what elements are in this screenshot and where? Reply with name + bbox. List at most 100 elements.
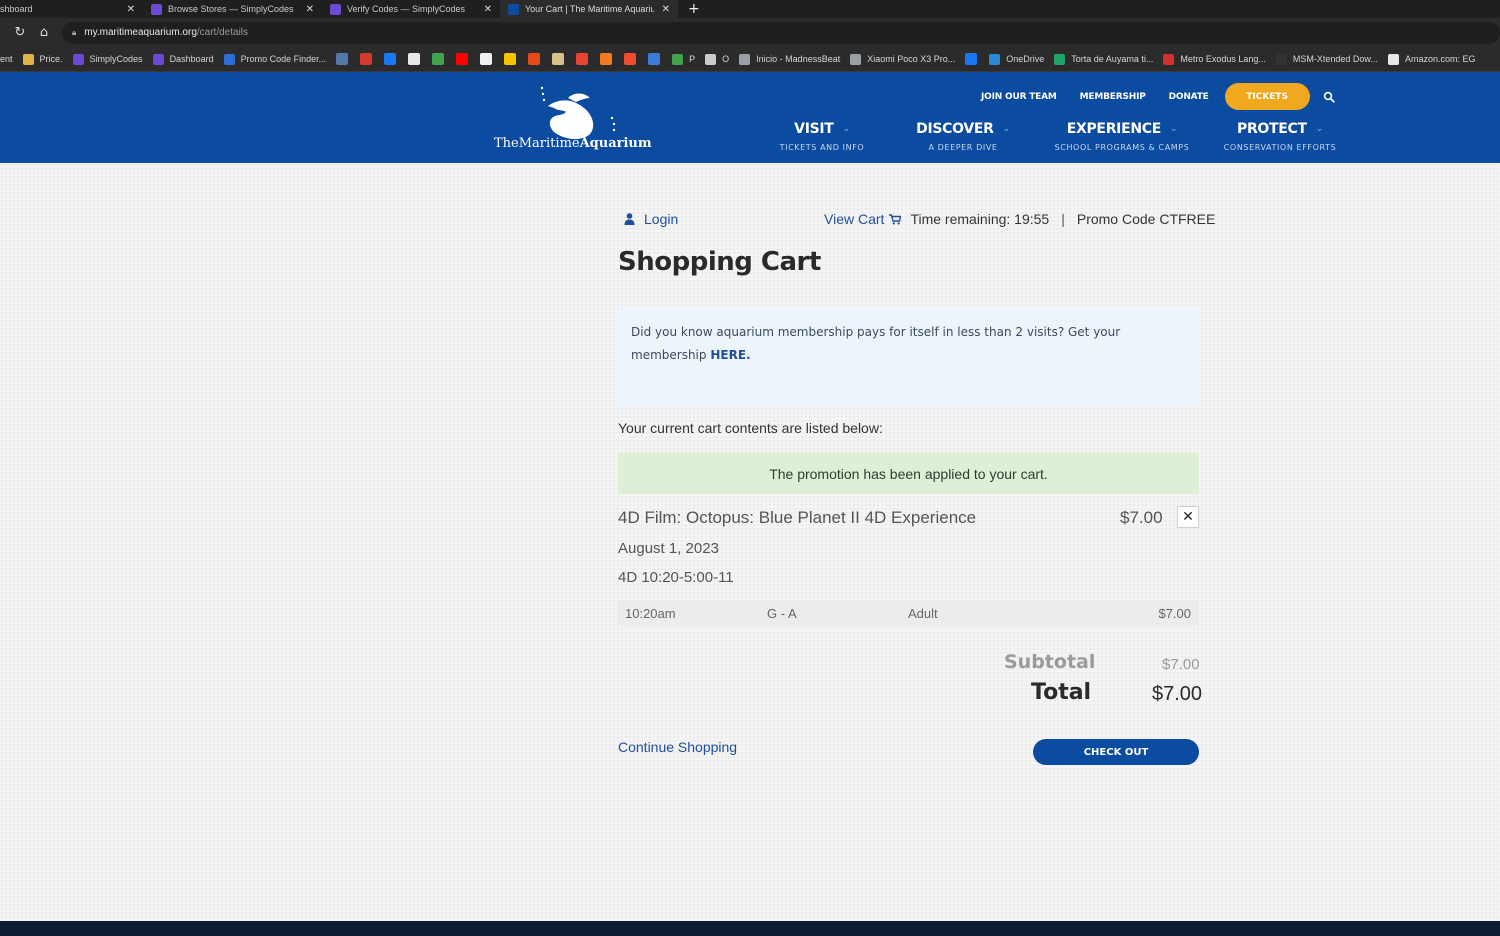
bookmark-label: O — [722, 54, 730, 64]
cart-item-session: 4D 10:20-5:00-11 — [618, 569, 734, 586]
donate-link[interactable]: DONATE — [1169, 92, 1209, 102]
browser-tab[interactable]: Verify Codes — SimplyCodes ✕ — [322, 0, 500, 18]
close-tab-icon[interactable]: ✕ — [476, 4, 492, 15]
bookmark-label: OneDrive — [1006, 54, 1045, 64]
bookmark-item[interactable]: Price. — [22, 53, 63, 65]
tab-label: shboard — [0, 4, 33, 14]
promotion-applied-alert: The promotion has been applied to your c… — [618, 453, 1199, 494]
tab-label: Verify Codes — SimplyCodes — [347, 4, 466, 14]
home-icon[interactable]: ⌂ — [32, 25, 56, 40]
bookmark-icon[interactable] — [504, 53, 517, 65]
bookmark-item[interactable]: SimplyCodes — [72, 53, 143, 65]
time-remaining: Time remaining: 19:55 — [910, 211, 1050, 227]
bookmark-item[interactable]: ent — [0, 54, 13, 64]
url-input[interactable]: 🔒︎ my.maritimeaquarium.org/cart/details — [62, 21, 1500, 44]
bookmark-item[interactable]: Amazon.com: EG — [1387, 53, 1476, 65]
total-label: Total — [1031, 680, 1092, 705]
membership-info-box: Did you know aquarium membership pays fo… — [618, 307, 1199, 406]
membership-link[interactable]: MEMBERSHIP — [1080, 92, 1146, 102]
bookmark-label: Amazon.com: EG — [1404, 54, 1476, 64]
bookmark-item[interactable]: Dashboard — [152, 53, 214, 65]
chevron-down-icon: ⌄ — [1170, 124, 1178, 134]
reload-icon[interactable]: ↻ — [8, 25, 32, 40]
aquarium-favicon-icon — [508, 3, 519, 15]
bookmark-icon[interactable] — [965, 53, 978, 65]
ticket-price: $7.00 — [1158, 606, 1191, 621]
membership-here-link[interactable]: HERE — [710, 348, 746, 362]
close-tab-icon[interactable]: ✕ — [298, 4, 314, 15]
bookmark-label: Xiaomi Poco X3 Pro... — [867, 54, 956, 64]
nav-experience[interactable]: EXPERIENCE ⌄ SCHOOL PROGRAMS & CAMPS — [1046, 118, 1198, 152]
checkout-button[interactable]: CHECK OUT — [1033, 739, 1199, 765]
divider: | — [1061, 211, 1065, 227]
bookmark-icon[interactable] — [576, 53, 589, 65]
browser-tab[interactable]: Browse Stores — SimplyCodes ✕ — [143, 0, 322, 18]
bookmark-item[interactable]: Metro Exodus Lang... — [1163, 53, 1266, 65]
tab-label: Browse Stores — SimplyCodes — [168, 4, 294, 14]
bookmark-item[interactable]: O — [705, 53, 730, 65]
ticket-type: Adult — [908, 606, 938, 621]
bookmark-item[interactable]: Inicio - MadnessBeat — [739, 53, 840, 65]
bookmark-label: Torta de Auyama ti... — [1071, 54, 1154, 64]
bookmark-item[interactable]: MSM-Xtended Dow... — [1275, 53, 1378, 65]
bookmark-item[interactable]: Promo Code Finder... — [223, 53, 326, 65]
bookmark-icon[interactable] — [408, 53, 421, 65]
cart-icon — [889, 213, 902, 224]
site-header: TheMaritimeAquarium JOIN OUR TEAM MEMBER… — [0, 72, 1500, 163]
browser-tab-active[interactable]: Your Cart | The Maritime Aquariu ✕ — [500, 0, 678, 18]
bookmark-icon[interactable] — [648, 53, 661, 65]
ticket-section: G - A — [767, 606, 797, 621]
join-our-team-link[interactable]: JOIN OUR TEAM — [981, 92, 1057, 102]
nav-visit-subtitle: TICKETS AND INFO — [779, 143, 865, 152]
bookmark-icon[interactable] — [432, 53, 445, 65]
nav-protect-subtitle: CONSERVATION EFFORTS — [1223, 143, 1337, 152]
ticket-line-row: 10:20am G - A Adult $7.00 — [618, 600, 1199, 627]
view-cart-label: View Cart — [824, 211, 885, 227]
browser-tab[interactable]: shboard ✕ — [0, 0, 143, 18]
remove-item-button[interactable]: ✕ — [1177, 506, 1199, 528]
bookmark-icon[interactable] — [600, 53, 613, 65]
bookmark-favicon-icon — [850, 53, 862, 65]
tickets-button[interactable]: TICKETS — [1224, 83, 1310, 110]
bookmark-item[interactable]: Xiaomi Poco X3 Pro... — [850, 53, 956, 65]
nav-discover[interactable]: DISCOVER ⌄ A DEEPER DIVE — [906, 118, 1020, 152]
bookmark-favicon-icon — [72, 53, 84, 65]
promotion-applied-text: The promotion has been applied to your c… — [769, 465, 1048, 482]
search-icon[interactable] — [1323, 91, 1335, 103]
bookmark-item[interactable]: Torta de Auyama ti... — [1054, 53, 1154, 65]
bookmark-icon[interactable] — [384, 53, 397, 65]
bookmark-favicon-icon — [672, 53, 684, 65]
bookmark-icon[interactable] — [456, 53, 469, 65]
close-tab-icon[interactable]: ✕ — [654, 4, 670, 15]
bookmark-item[interactable]: OneDrive — [989, 53, 1045, 65]
footer-strip — [0, 921, 1500, 936]
bookmark-favicon-icon — [223, 53, 235, 65]
continue-shopping-link[interactable]: Continue Shopping — [618, 739, 737, 755]
total-value: $7.00 — [1152, 683, 1203, 705]
bookmark-icon[interactable] — [360, 53, 373, 65]
bookmark-icon[interactable] — [552, 53, 565, 65]
bookmark-icon[interactable] — [528, 53, 541, 65]
login-link[interactable]: Login — [624, 211, 678, 227]
close-tab-icon[interactable]: ✕ — [119, 4, 135, 15]
bookmark-icon[interactable] — [480, 53, 493, 65]
url-host: my.maritimeaquarium.org — [84, 27, 197, 38]
bookmark-label: P — [689, 54, 696, 64]
bookmark-label: Metro Exodus Lang... — [1180, 54, 1266, 64]
ticket-time: 10:20am — [625, 606, 676, 621]
bookmark-label: Price. — [39, 54, 63, 64]
main-nav: VISIT ⌄ TICKETS AND INFO DISCOVER ⌄ A DEEP… — [0, 118, 1500, 158]
view-cart-link[interactable]: View Cart — [824, 211, 910, 227]
new-tab-button[interactable]: + — [678, 1, 710, 17]
promo-code-label: Promo Code CTFREE — [1076, 211, 1216, 227]
membership-period: . — [746, 348, 751, 362]
cart-status-bar: View Cart Time remaining: 19:55 | Promo … — [824, 211, 1215, 227]
nav-protect[interactable]: PROTECT ⌄ CONSERVATION EFFORTS — [1218, 118, 1342, 152]
bookmark-icon[interactable] — [624, 53, 637, 65]
bookmark-item[interactable]: P — [672, 53, 696, 65]
lock-icon: 🔒︎ — [72, 27, 77, 37]
bookmark-favicon-icon — [1054, 53, 1066, 65]
nav-visit-title: VISIT — [794, 121, 834, 137]
nav-visit[interactable]: VISIT ⌄ TICKETS AND INFO — [770, 118, 874, 152]
bookmark-icon[interactable] — [336, 53, 349, 65]
